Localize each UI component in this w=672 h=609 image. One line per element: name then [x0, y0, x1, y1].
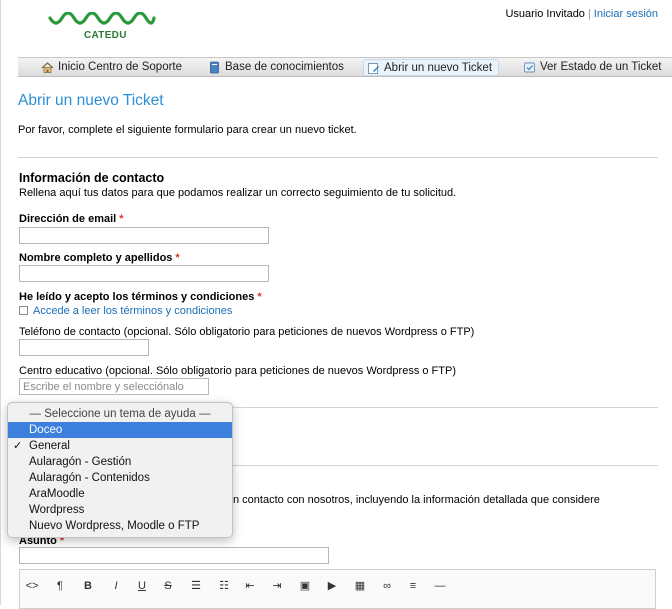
help-topic-dropdown[interactable]: — Seleccione un tema de ayuda — Doceo ✓ G…	[7, 402, 233, 538]
dropdown-option-general-label: General	[29, 440, 70, 452]
dropdown-option-nuevo-wordpress[interactable]: Nuevo Wordpress, Moodle o FTP	[8, 518, 232, 534]
dropdown-option-aramoodle[interactable]: AraMoodle	[8, 486, 232, 502]
outdent-icon[interactable]: ⇤	[242, 578, 258, 594]
page-left-border	[0, 0, 1, 605]
user-bar: Usuario Invitado | Iniciar sesión	[505, 8, 658, 20]
nav-item-knowledgebase[interactable]: Base de conocimientos	[205, 59, 344, 76]
home-icon	[41, 62, 54, 73]
dropdown-option-general[interactable]: ✓ General	[8, 438, 232, 454]
ordered-list-icon[interactable]: ☷	[216, 578, 232, 594]
full-name-label: Nombre completo y apellidos *	[19, 252, 180, 264]
dropdown-option-aularagon-contenidos[interactable]: Aularagón - Contenidos	[8, 470, 232, 486]
nav-item-ticket-status[interactable]: Ver Estado de un Ticket	[520, 59, 661, 76]
unordered-list-icon[interactable]: ☰	[188, 578, 204, 594]
main-nav: Inicio Centro de Soporte Base de conocim…	[18, 57, 672, 77]
ticket-description-partial: n contacto con nosotros, incluyendo la i…	[233, 494, 600, 506]
dropdown-option-doceo[interactable]: Doceo	[8, 422, 232, 438]
email-field[interactable]	[19, 227, 269, 244]
email-label: Dirección de email *	[19, 213, 124, 225]
dropdown-option-aularagon-gestion[interactable]: Aularagón - Gestión	[8, 454, 232, 470]
phone-label: Teléfono de contacto (opcional. Sólo obl…	[19, 326, 475, 338]
required-mark: *	[257, 291, 262, 303]
divider	[18, 157, 658, 158]
paragraph-icon[interactable]: ¶	[52, 578, 68, 594]
book-icon	[210, 61, 219, 74]
page-title: Abrir un nuevo Ticket	[18, 92, 164, 109]
contact-section-title: Información de contacto	[19, 171, 165, 185]
full-name-label-text: Nombre completo y apellidos	[19, 252, 173, 264]
email-label-text: Dirección de email	[19, 213, 117, 225]
center-search-input[interactable]	[19, 378, 209, 395]
link-icon[interactable]: ∞	[379, 578, 395, 594]
dropdown-option-wordpress[interactable]: Wordpress	[8, 502, 232, 518]
ticket-status-icon	[524, 62, 535, 73]
catedu-logo[interactable]: CATEDU	[48, 12, 158, 44]
code-icon[interactable]: <>	[24, 578, 40, 594]
nav-item-new-ticket[interactable]: Abrir un nuevo Ticket	[363, 59, 500, 76]
userbar-separator: |	[587, 8, 591, 20]
guest-user-label: Usuario Invitado	[505, 8, 585, 20]
message-editor[interactable]: <> ¶ B I U S ☰ ☷ ⇤ ⇥ ▣ ▶ ▦ ∞ ≡ —	[19, 569, 656, 609]
video-icon[interactable]: ▶	[324, 578, 340, 594]
checkmark-icon: ✓	[13, 440, 23, 452]
nav-item-ticket-status-label: Ver Estado de un Ticket	[540, 61, 662, 73]
intro-text: Por favor, complete el siguiente formula…	[18, 124, 357, 136]
terms-checkbox[interactable]	[19, 306, 28, 315]
terms-label-text: He leído y acepto los términos y condici…	[19, 291, 255, 303]
terms-row: Accede a leer los términos y condiciones	[19, 305, 232, 317]
strikethrough-icon[interactable]: S	[160, 578, 176, 594]
contact-section-description: Rellena aquí tus datos para que podamos …	[19, 187, 457, 199]
new-ticket-icon	[368, 63, 379, 74]
dropdown-placeholder-option[interactable]: — Seleccione un tema de ayuda —	[8, 406, 232, 422]
full-name-field[interactable]	[19, 265, 269, 282]
underline-icon[interactable]: U	[134, 578, 150, 594]
nav-item-knowledgebase-label: Base de conocimientos	[225, 61, 344, 73]
bold-icon[interactable]: B	[80, 578, 96, 594]
image-icon[interactable]: ▣	[297, 578, 313, 594]
terms-link[interactable]: Accede a leer los términos y condiciones	[33, 305, 232, 317]
nav-item-home-label: Inicio Centro de Soporte	[58, 61, 183, 73]
italic-icon[interactable]: I	[108, 578, 124, 594]
divider	[233, 465, 658, 466]
login-link[interactable]: Iniciar sesión	[594, 8, 658, 20]
center-label: Centro educativo (opcional. Sólo obligat…	[19, 365, 456, 377]
required-mark: *	[119, 213, 124, 225]
required-mark: *	[175, 252, 180, 264]
nav-item-new-ticket-label: Abrir un nuevo Ticket	[384, 62, 493, 74]
align-icon[interactable]: ≡	[405, 578, 421, 594]
subject-field[interactable]	[19, 547, 329, 564]
indent-icon[interactable]: ⇥	[269, 578, 285, 594]
horizontal-rule-icon[interactable]: —	[432, 578, 448, 594]
phone-field[interactable]	[19, 339, 149, 356]
logo-text: CATEDU	[84, 30, 127, 41]
logo-wave-icon	[48, 12, 156, 25]
nav-item-home[interactable]: Inicio Centro de Soporte	[38, 59, 182, 76]
terms-label: He leído y acepto los términos y condici…	[19, 291, 262, 303]
table-icon[interactable]: ▦	[352, 578, 368, 594]
